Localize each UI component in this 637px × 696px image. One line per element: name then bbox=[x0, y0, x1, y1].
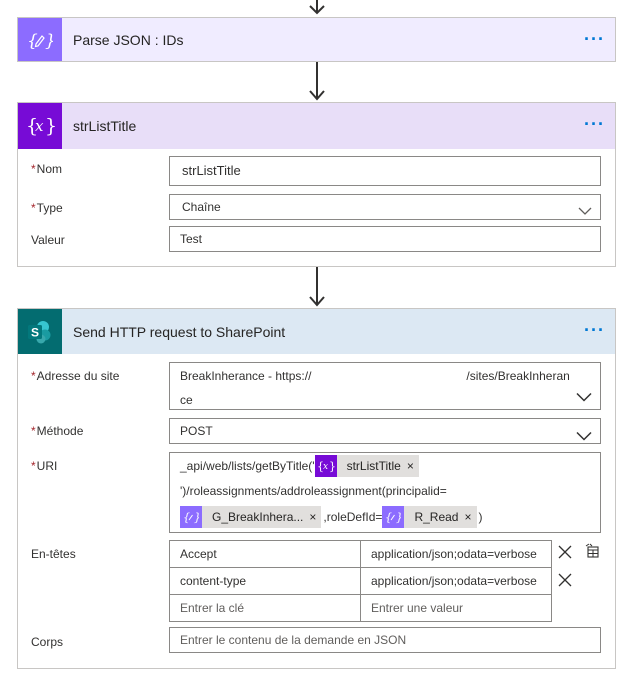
header-key-input[interactable]: Entrer la clé bbox=[169, 594, 361, 622]
braces-pencil-icon: {} bbox=[180, 506, 202, 528]
nom-label: *Nom bbox=[31, 162, 63, 176]
parse-json-header[interactable]: { } Parse JSON : IDs ··· bbox=[18, 18, 615, 61]
sharepoint-header[interactable]: S Send HTTP request to SharePoint ··· bbox=[18, 309, 615, 354]
more-options-button[interactable]: ··· bbox=[584, 115, 605, 133]
switch-to-text-mode-icon[interactable] bbox=[585, 543, 601, 562]
valeur-input[interactable]: Test bbox=[169, 226, 601, 252]
svg-text:}: } bbox=[45, 115, 55, 137]
svg-text:x: x bbox=[323, 462, 328, 472]
chevron-down-icon bbox=[576, 425, 592, 449]
variable-icon: {x} bbox=[314, 455, 337, 477]
delete-row-icon[interactable] bbox=[558, 573, 572, 590]
site-address-label: *Adresse du site bbox=[31, 369, 120, 383]
more-options-button[interactable]: ··· bbox=[584, 30, 605, 48]
svg-text:}: } bbox=[194, 511, 199, 524]
type-dropdown[interactable]: Chaîne bbox=[169, 194, 601, 220]
svg-text:{: { bbox=[27, 31, 38, 51]
step-title: strListTitle bbox=[73, 118, 137, 134]
svg-text:{: { bbox=[385, 511, 392, 524]
more-options-button[interactable]: ··· bbox=[584, 321, 605, 339]
body-label: Corps bbox=[31, 635, 64, 649]
sharepoint-icon: S bbox=[18, 309, 62, 354]
variable-icon: { x } bbox=[18, 103, 62, 149]
svg-text:}: } bbox=[329, 460, 335, 473]
svg-text:}: } bbox=[396, 511, 401, 524]
header-key-input[interactable]: content-type bbox=[169, 567, 361, 595]
header-value-input[interactable]: application/json;odata=verbose bbox=[360, 567, 552, 595]
method-dropdown[interactable]: POST bbox=[169, 418, 601, 444]
delete-row-icon[interactable] bbox=[558, 545, 572, 562]
dynamic-token[interactable]: {} G_BreakInhera... × bbox=[180, 506, 322, 528]
header-value-input[interactable]: application/json;odata=verbose bbox=[360, 540, 552, 568]
uri-label: *URI bbox=[31, 459, 58, 473]
connector-arrow bbox=[306, 62, 328, 102]
remove-token-icon[interactable]: × bbox=[309, 510, 316, 524]
remove-token-icon[interactable]: × bbox=[407, 459, 414, 473]
variable-header[interactable]: { x } strListTitle ··· bbox=[18, 103, 615, 149]
svg-text:{: { bbox=[183, 511, 190, 524]
valeur-label: Valeur bbox=[31, 233, 65, 247]
body-input[interactable]: Entrer le contenu de la demande en JSON bbox=[169, 627, 601, 653]
remove-token-icon[interactable]: × bbox=[464, 510, 471, 524]
dynamic-token[interactable]: {x} strListTitle × bbox=[314, 455, 419, 477]
type-label: *Type bbox=[31, 201, 63, 215]
connector-arrow bbox=[306, 267, 328, 308]
nom-input[interactable]: strListTitle bbox=[169, 156, 601, 186]
dynamic-token[interactable]: {} R_Read × bbox=[382, 506, 477, 528]
method-label: *Méthode bbox=[31, 424, 84, 438]
uri-input[interactable]: _api/web/lists/getByTitle(' {x} strListT… bbox=[169, 452, 601, 533]
step-title: Parse JSON : IDs bbox=[73, 31, 184, 48]
header-value-input[interactable]: Entrer une valeur bbox=[360, 594, 552, 622]
site-address-dropdown[interactable]: BreakInherance - https:///sites/BreakInh… bbox=[169, 362, 601, 410]
chevron-down-icon bbox=[578, 200, 592, 224]
headers-label: En-têtes bbox=[31, 547, 76, 561]
braces-pencil-icon: { } bbox=[18, 18, 62, 61]
svg-text:x: x bbox=[35, 117, 44, 135]
svg-text:}: } bbox=[45, 31, 53, 51]
svg-text:S: S bbox=[31, 325, 39, 339]
header-key-input[interactable]: Accept bbox=[169, 540, 361, 568]
variable-card[interactable]: { x } strListTitle ··· *Nom strListTitle… bbox=[17, 102, 616, 267]
connector-arrow bbox=[306, 0, 328, 17]
chevron-down-icon bbox=[576, 391, 592, 405]
sharepoint-card[interactable]: S Send HTTP request to SharePoint ··· *A… bbox=[17, 308, 616, 669]
braces-pencil-icon: {} bbox=[382, 506, 405, 528]
parse-json-card[interactable]: { } Parse JSON : IDs ··· bbox=[17, 17, 616, 62]
step-title: Send HTTP request to SharePoint bbox=[73, 323, 286, 340]
